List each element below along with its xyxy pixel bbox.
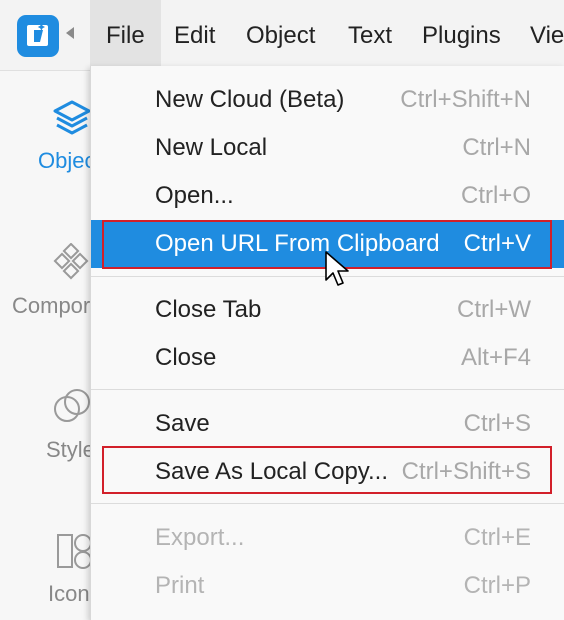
menu-item-export: Export... Ctrl+E: [91, 515, 564, 561]
menu-item-shortcut: Ctrl+P: [463, 572, 531, 599]
menu-item-save-as-local-copy[interactable]: Save As Local Copy... Ctrl+Shift+S: [91, 449, 564, 495]
menu-object[interactable]: Object: [246, 0, 315, 70]
menu-item-shortcut: Ctrl+N: [462, 134, 531, 161]
menu-item-shortcut: Ctrl+S: [463, 410, 531, 437]
left-item-label: Objec: [38, 148, 96, 173]
menu-item-label: Close: [155, 344, 217, 371]
layers-icon: [53, 100, 91, 135]
collapse-arrow-icon[interactable]: [66, 27, 74, 39]
app-logo-icon[interactable]: [17, 15, 59, 57]
menu-item-label: Open URL From Clipboard: [155, 230, 440, 257]
menu-item-shortcut: Ctrl+W: [457, 296, 531, 323]
menu-item-label: Close Tab: [155, 296, 262, 323]
menu-item-shortcut: Ctrl+Shift+S: [401, 458, 531, 485]
menu-file[interactable]: File: [90, 0, 161, 70]
menu-item-shortcut: Alt+F4: [460, 344, 531, 371]
menu-separator: [91, 389, 564, 390]
menu-item-shortcut: Ctrl+V: [463, 230, 531, 257]
menu-item-label: Print: [155, 572, 205, 599]
left-panel: Objec Compor Style Icon: [0, 71, 95, 620]
menu-view[interactable]: Vie: [530, 0, 564, 70]
menu-edit[interactable]: Edit: [174, 0, 215, 70]
menu-item-save[interactable]: Save Ctrl+S: [91, 401, 564, 447]
menu-item-open[interactable]: Open... Ctrl+O: [91, 173, 564, 219]
left-item-label: Icon: [48, 581, 90, 606]
left-item-label: Style: [46, 437, 95, 462]
menu-bar: File Edit Object Text Plugins Vie: [0, 0, 564, 71]
menu-item-new-cloud[interactable]: New Cloud (Beta) Ctrl+Shift+N: [91, 77, 564, 123]
menu-text[interactable]: Text: [348, 0, 392, 70]
menu-item-print: Print Ctrl+P: [91, 563, 564, 609]
menu-item-label: Save: [155, 410, 210, 437]
file-menu-dropdown: New Cloud (Beta) Ctrl+Shift+N New Local …: [90, 66, 564, 620]
menu-item-shortcut: Ctrl+E: [463, 524, 531, 551]
menu-item-new-local[interactable]: New Local Ctrl+N: [91, 125, 564, 171]
menu-item-label: New Local: [155, 134, 268, 161]
menu-separator: [91, 503, 564, 504]
menu-item-close-tab[interactable]: Close Tab Ctrl+W: [91, 287, 564, 333]
styles-icon: [54, 389, 90, 422]
menu-item-label: Save As Local Copy...: [155, 458, 389, 485]
components-icon: [53, 243, 89, 280]
menu-plugins[interactable]: Plugins: [422, 0, 501, 70]
menu-item-shortcut: Ctrl+O: [460, 182, 531, 209]
menu-item-label: New Cloud (Beta): [155, 86, 345, 113]
menu-item-shortcut: Ctrl+Shift+N: [400, 86, 531, 113]
menu-item-close[interactable]: Close Alt+F4: [91, 335, 564, 381]
left-item-label: Compor: [12, 293, 91, 318]
menu-item-label: Open...: [155, 182, 234, 209]
mouse-pointer-icon: [325, 251, 349, 286]
menu-item-label: Export...: [155, 524, 245, 551]
